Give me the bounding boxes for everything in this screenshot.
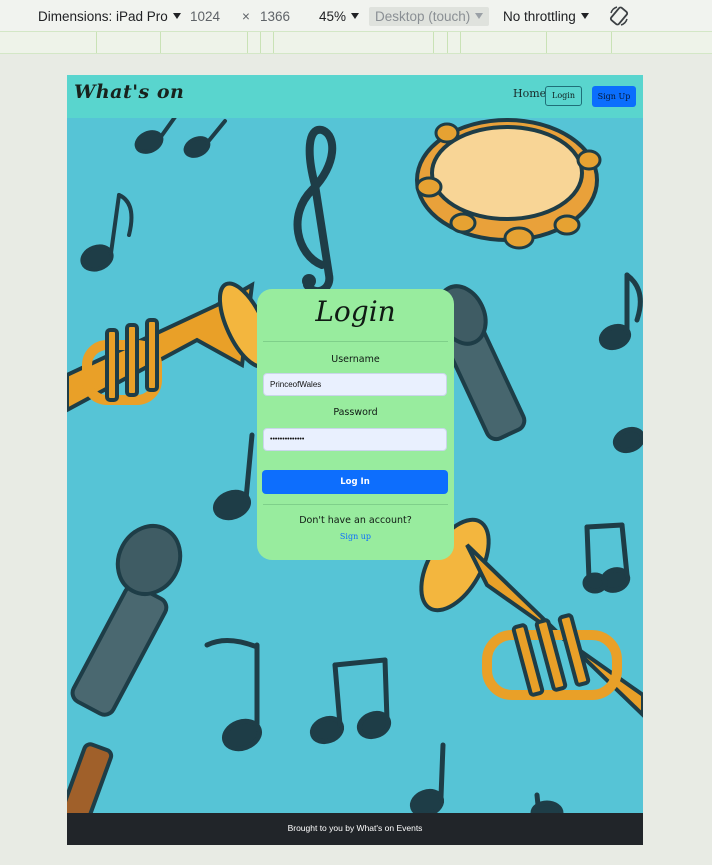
navbar: What's on Home Login Sign Up xyxy=(67,75,643,118)
divider xyxy=(263,504,448,505)
dimensions-dropdown[interactable]: Dimensions: iPad Pro xyxy=(38,9,181,24)
login-title: Login xyxy=(315,295,396,328)
login-submit-button[interactable]: Log In xyxy=(262,470,448,494)
nav-signup-button[interactable]: Sign Up xyxy=(592,86,636,107)
height-input[interactable]: 1366 xyxy=(260,9,290,24)
brand-logo[interactable]: What's on xyxy=(74,81,184,103)
zoom-dropdown[interactable]: 45% xyxy=(319,9,360,24)
chevron-down-icon xyxy=(475,13,484,19)
device-type-dropdown[interactable]: Desktop (touch) xyxy=(369,7,490,26)
password-label: Password xyxy=(333,407,378,418)
username-label: Username xyxy=(331,354,380,365)
chevron-down-icon xyxy=(580,13,589,19)
media-query-ruler xyxy=(0,31,712,54)
device-viewport: What's on Home Login Sign Up Login Usern… xyxy=(67,75,643,845)
dimensions-label: Dimensions: iPad Pro xyxy=(38,9,168,24)
chevron-down-icon xyxy=(172,13,181,19)
no-account-text: Don't have an account? xyxy=(299,515,412,526)
nav-login-button[interactable]: Login xyxy=(545,86,582,106)
footer: Brought to you by What's on Events xyxy=(67,813,643,845)
login-card: Login Username PrinceofWales Password ••… xyxy=(257,289,454,560)
rotate-icon[interactable] xyxy=(608,5,630,30)
password-input[interactable]: •••••••••••••• xyxy=(263,428,447,451)
signup-link[interactable]: Sign up xyxy=(257,532,454,541)
username-input[interactable]: PrinceofWales xyxy=(263,373,447,396)
width-input[interactable]: 1024 xyxy=(190,9,220,24)
times-sign: × xyxy=(242,9,250,24)
chevron-down-icon xyxy=(351,13,360,19)
device-type-label: Desktop (touch) xyxy=(375,9,471,24)
device-toolbar: Dimensions: iPad Pro 1024 × 1366 45% Des… xyxy=(0,0,712,34)
nav-home-link[interactable]: Home xyxy=(513,87,546,100)
throttling-dropdown[interactable]: No throttling xyxy=(503,9,589,24)
zoom-label: 45% xyxy=(319,9,347,24)
divider xyxy=(263,341,448,342)
throttling-label: No throttling xyxy=(503,9,576,24)
